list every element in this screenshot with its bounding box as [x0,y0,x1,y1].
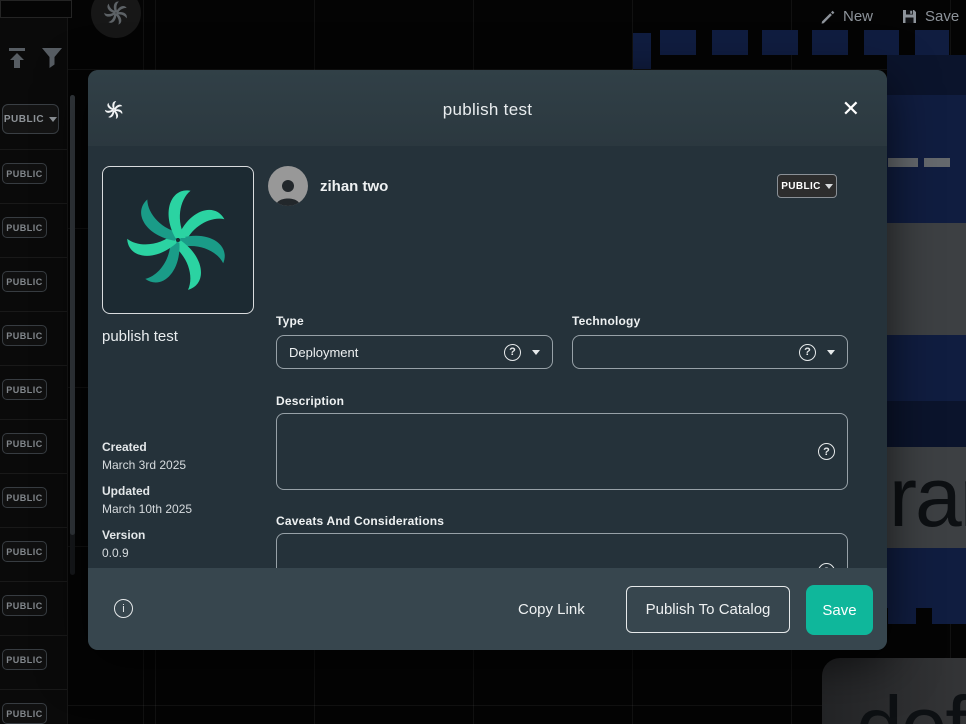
canvas-node-random: ran [887,447,966,548]
canvas-block [812,30,848,55]
canvas-save-label: Save [925,8,959,25]
canvas-block [887,55,966,95]
type-value: Deployment [289,345,504,360]
version-value: 0.0.9 [102,546,129,560]
chevron-down-icon [825,184,833,189]
row-divider [0,635,67,636]
created-label: Created [102,440,147,454]
row-divider [0,149,67,150]
canvas-block [660,30,696,55]
canvas-block [712,30,748,55]
sidebar-corner-box [0,0,72,18]
public-badge: PUBLIC [2,487,47,508]
info-icon[interactable]: i [114,599,133,618]
close-icon[interactable]: ✕ [842,98,860,120]
description-textarea[interactable]: ? [276,413,848,490]
canvas-new-button[interactable]: New [820,8,873,25]
floppy-disk-icon [901,8,918,25]
canvas-node-label: defa [856,684,966,724]
public-badge: PUBLIC [2,379,47,400]
canvas-logo-button[interactable] [91,0,141,38]
person-icon [273,176,303,206]
canvas-bar [924,158,950,167]
canvas-gray-band [887,223,966,335]
description-label: Description [276,394,344,408]
public-badge: PUBLIC [2,325,47,346]
spiral-logo-image [122,184,234,296]
chevron-down-icon [49,117,57,122]
technology-label: Technology [572,314,640,328]
public-badge: PUBLIC [2,703,47,724]
row-divider [0,311,67,312]
filter-icon[interactable] [41,47,63,69]
type-label: Type [276,314,304,328]
public-badge: PUBLIC [2,271,47,292]
avatar [268,166,308,206]
chevron-down-icon [532,350,540,355]
row-divider [0,473,67,474]
created-value: March 3rd 2025 [102,458,186,472]
public-badge: PUBLIC [2,433,47,454]
save-button[interactable]: Save [806,585,873,635]
public-badge: PUBLIC [2,595,47,616]
row-divider [0,527,67,528]
row-divider [0,581,67,582]
spiral-logo-icon [103,0,129,26]
help-icon[interactable]: ? [504,344,521,361]
canvas-node-label: ran [889,455,966,539]
visibility-value: PUBLIC [781,181,821,192]
chevron-down-icon [827,350,835,355]
dialog-body: publish test Created March 3rd 2025 Upda… [88,146,887,568]
row-divider [0,689,67,690]
help-icon[interactable]: ? [799,344,816,361]
visibility-filter-label: PUBLIC [4,114,44,125]
canvas-block [915,30,949,55]
publish-dialog: publish test ✕ publish test Created Marc… [88,70,887,650]
publish-to-catalog-button[interactable]: Publish To Catalog [626,586,790,633]
copy-link-button[interactable]: Copy Link [518,601,585,618]
canvas-block [888,608,916,624]
canvas-new-label: New [843,8,873,25]
public-badge: PUBLIC [2,163,47,184]
canvas-bar [888,158,918,167]
public-badge: PUBLIC [2,649,47,670]
row-divider [0,257,67,258]
visibility-dropdown[interactable]: PUBLIC [777,174,837,198]
canvas-node-default: defa [822,658,966,724]
canvas-block [932,608,966,624]
public-badge: PUBLIC [2,217,47,238]
dialog-header: publish test ✕ [88,70,887,146]
canvas-save-button[interactable]: Save [901,8,959,25]
dialog-title: publish test [88,100,887,120]
row-divider [0,419,67,420]
canvas-block [887,401,966,447]
canvas-block [887,548,966,608]
canvas-block [864,30,899,55]
caveats-label: Caveats And Considerations [276,514,444,528]
public-badge: PUBLIC [2,541,47,562]
owner-name: zihan two [320,178,388,195]
pencil-icon [820,9,836,25]
visibility-filter-dropdown[interactable]: PUBLIC [2,104,59,134]
version-label: Version [102,528,145,542]
technology-select[interactable]: ? [572,335,848,369]
updated-value: March 10th 2025 [102,502,192,516]
type-select[interactable]: Deployment ? [276,335,553,369]
help-icon[interactable]: ? [818,443,835,460]
asset-thumbnail [102,166,254,314]
updated-label: Updated [102,484,150,498]
asset-name: publish test [102,328,178,345]
upload-icon[interactable] [6,47,30,69]
canvas-block [633,33,651,69]
canvas-block [887,335,966,401]
canvas-block [762,30,798,55]
row-divider [0,365,67,366]
sidebar-scrollbar-thumb[interactable] [70,95,75,535]
row-divider [0,203,67,204]
left-sidebar: PUBLIC PUBLIC PUBLIC PUBLIC PUBLIC PUBLI… [0,0,68,724]
dialog-footer: i Copy Link Publish To Catalog Save [88,568,887,650]
